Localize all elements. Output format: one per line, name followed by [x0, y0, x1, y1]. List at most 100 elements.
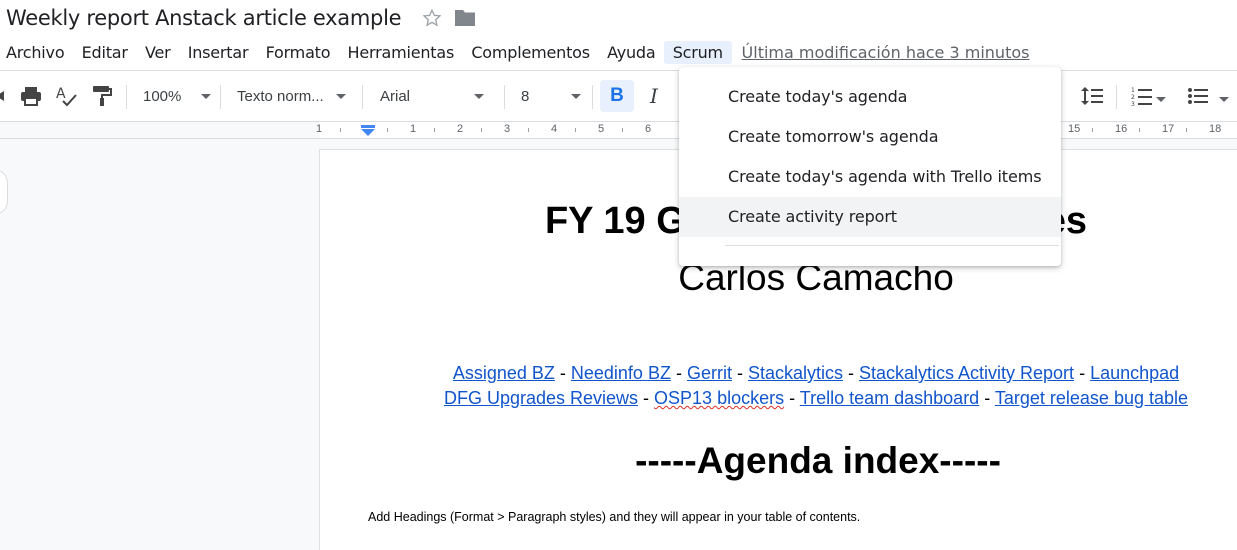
- top-bar: Weekly report Anstack article example Ar…: [0, 0, 1237, 70]
- font-select[interactable]: Arial: [380, 85, 485, 107]
- ruler-number: 6: [645, 123, 652, 135]
- link-separator: -: [731, 363, 748, 383]
- ruler-tick: [528, 128, 529, 132]
- numbered-list-icon[interactable]: 123: [1131, 86, 1153, 111]
- style-select[interactable]: Texto norm...: [237, 85, 346, 107]
- link-separator: -: [554, 363, 571, 383]
- menu-ver[interactable]: Ver: [136, 41, 179, 64]
- svg-text:A: A: [56, 86, 66, 102]
- toolbar-divider: [126, 85, 127, 109]
- link-separator: -: [638, 388, 655, 408]
- spellcheck-icon[interactable]: A: [55, 85, 79, 112]
- svg-text:1: 1: [1131, 87, 1135, 94]
- ruler-tick: [1092, 128, 1093, 132]
- star-icon[interactable]: [421, 7, 443, 29]
- link-osp13-blockers[interactable]: OSP13 blockers: [654, 388, 784, 408]
- chevron-down-icon: [335, 93, 346, 99]
- ruler-tick: [340, 128, 341, 132]
- menu-complementos[interactable]: Complementos: [463, 41, 599, 64]
- link-separator: -: [784, 388, 800, 408]
- redo-icon[interactable]: [0, 88, 8, 109]
- toolbar-divider: [592, 85, 593, 109]
- ruler-tick: [1139, 128, 1140, 132]
- ruler-tick: [575, 128, 576, 132]
- link-stackalytics[interactable]: Stackalytics: [748, 363, 843, 383]
- chevron-down-icon[interactable]: [1156, 97, 1166, 102]
- toc-hint: Add Headings (Format > Paragraph styles)…: [368, 510, 861, 524]
- ruler-tick: [622, 128, 623, 132]
- ruler-number: 3: [504, 123, 511, 135]
- title-icons: [421, 7, 477, 29]
- link-needinfo-bz[interactable]: Needinfo BZ: [571, 363, 671, 383]
- agenda-heading: -----Agenda index-----: [635, 440, 1001, 481]
- ruler-number: 5: [598, 123, 605, 135]
- chevron-down-icon: [474, 93, 485, 99]
- links-row-2: DFG Upgrades Reviews - OSP13 blockers - …: [320, 388, 1237, 409]
- link-target-release-bug-table[interactable]: Target release bug table: [995, 388, 1188, 408]
- link-trello-team-dashboard[interactable]: Trello team dashboard: [800, 388, 979, 408]
- font-size-select[interactable]: 8: [521, 85, 582, 107]
- menu-herramientas[interactable]: Herramientas: [339, 41, 463, 64]
- ruler-number: 1: [410, 123, 417, 135]
- print-icon[interactable]: [20, 86, 42, 111]
- link-separator: -: [1074, 363, 1091, 383]
- link-assigned-bz[interactable]: Assigned BZ: [453, 363, 555, 383]
- menu-create-todays-agenda-trello[interactable]: Create today's agenda with Trello items: [679, 157, 1061, 197]
- menu-create-todays-agenda[interactable]: Create today's agenda: [679, 77, 1061, 117]
- bold-button[interactable]: B: [600, 80, 634, 112]
- link-separator: -: [979, 388, 995, 408]
- svg-text:3: 3: [1131, 101, 1135, 106]
- menu-bar: Archivo Editar Ver Insertar Formato Herr…: [0, 38, 1029, 66]
- ruler-tick: [387, 128, 388, 132]
- last-edit-link[interactable]: Última modificación hace 3 minutos: [742, 43, 1030, 62]
- menu-create-activity-report[interactable]: Create activity report: [679, 197, 1061, 237]
- menu-formato[interactable]: Formato: [257, 41, 339, 64]
- menu-editar[interactable]: Editar: [73, 41, 136, 64]
- link-launchpad[interactable]: Launchpad: [1090, 363, 1179, 383]
- ruler-tick: [1186, 128, 1187, 132]
- ruler-number: 4: [551, 123, 558, 135]
- menu-create-tomorrows-agenda[interactable]: Create tomorrow's agenda: [679, 117, 1061, 157]
- ruler-number: 15: [1068, 123, 1081, 135]
- ruler-number: 17: [1162, 123, 1175, 135]
- toolbar-divider: [362, 85, 363, 109]
- menu-insertar[interactable]: Insertar: [179, 41, 257, 64]
- ruler-number: 16: [1115, 123, 1128, 135]
- chevron-down-icon: [201, 93, 212, 99]
- font-size-value: 8: [521, 87, 530, 105]
- left-pane: [0, 139, 320, 537]
- scrum-dropdown-menu: Create today's agenda Create tomorrow's …: [679, 67, 1061, 266]
- paint-format-icon[interactable]: [92, 85, 112, 112]
- bulleted-list-icon[interactable]: [1187, 86, 1209, 111]
- chevron-down-icon[interactable]: [1219, 97, 1229, 102]
- document-title[interactable]: Weekly report Anstack article example: [6, 6, 402, 30]
- menu-archivo[interactable]: Archivo: [0, 41, 73, 64]
- line-spacing-icon[interactable]: [1080, 86, 1104, 111]
- svg-text:2: 2: [1131, 94, 1135, 101]
- font-value: Arial: [380, 87, 411, 105]
- link-separator: -: [670, 363, 687, 383]
- ruler-number: 18: [1209, 123, 1222, 135]
- zoom-select[interactable]: 100%: [143, 85, 212, 107]
- toolbar-divider: [220, 85, 221, 109]
- folder-icon[interactable]: [453, 7, 477, 29]
- toolbar-divider: [1116, 85, 1117, 109]
- ruler-tick: [434, 128, 435, 132]
- menu-divider: [725, 245, 1059, 246]
- menu-ayuda[interactable]: Ayuda: [598, 41, 664, 64]
- zoom-value: 100%: [143, 87, 182, 105]
- links-row-1: Assigned BZ - Needinfo BZ - Gerrit - Sta…: [320, 363, 1237, 384]
- ruler-number: 2: [457, 123, 464, 135]
- ruler-number: 1: [316, 123, 323, 135]
- menu-scrum[interactable]: Scrum: [664, 40, 732, 64]
- chevron-down-icon: [571, 93, 582, 99]
- link-separator: -: [842, 363, 859, 383]
- toolbar-divider: [504, 85, 505, 109]
- outline-toggle[interactable]: [0, 169, 8, 215]
- link-gerrit[interactable]: Gerrit: [687, 363, 732, 383]
- italic-button[interactable]: I: [640, 80, 668, 112]
- link-dfg-upgrades-reviews[interactable]: DFG Upgrades Reviews: [444, 388, 638, 408]
- indent-marker-icon[interactable]: [361, 124, 375, 136]
- ruler-tick: [481, 128, 482, 132]
- link-stackalytics-activity-report[interactable]: Stackalytics Activity Report: [859, 363, 1074, 383]
